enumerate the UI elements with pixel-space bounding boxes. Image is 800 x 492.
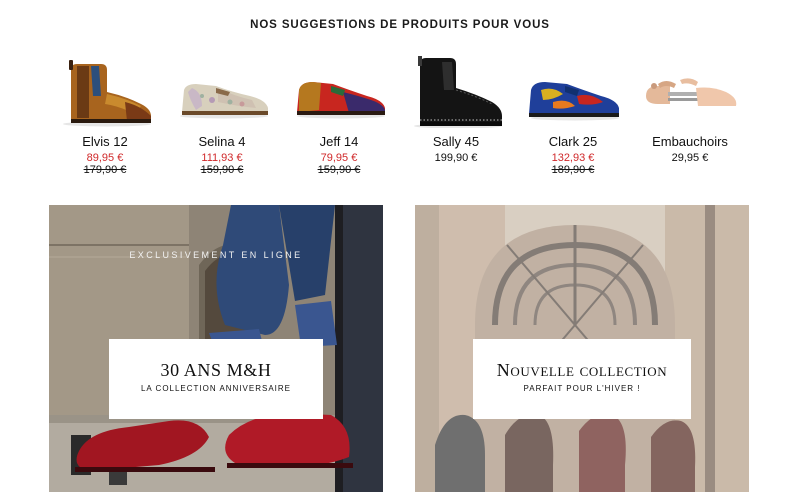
product-sale-price: 132,93 € <box>551 152 595 164</box>
product-name[interactable]: Sally 45 <box>397 134 515 149</box>
banner-title[interactable]: 30 ANS M&H <box>109 360 323 381</box>
product-old-price: 189,90 € <box>551 164 595 176</box>
product-sale-price: 111,93 € <box>201 152 243 164</box>
chelsea-boot-brown-image <box>63 60 151 127</box>
product-card[interactable]: Clark 25 132,93 € 189,90 € <box>514 52 632 182</box>
oxford-floral-shoe-image <box>180 84 268 119</box>
product-old-price: 159,90 € <box>317 164 361 176</box>
product-name[interactable]: Clark 25 <box>514 134 632 149</box>
product-sale-price: 79,95 € <box>320 152 358 164</box>
banner-eyebrow: EXCLUSIVEMENT EN LIGNE <box>129 250 303 260</box>
product-card[interactable]: Jeff 14 79,95 € 159,90 € <box>280 52 398 182</box>
product-price: 29,95 € <box>671 152 709 164</box>
anniversary-banner[interactable]: EXCLUSIVEMENT EN LIGNE 30 ANS M&H LA COL… <box>49 205 383 492</box>
product-name[interactable]: Selina 4 <box>163 134 281 149</box>
banner-subtitle: LA COLLECTION ANNIVERSAIRE <box>140 384 292 393</box>
product-old-price: 159,90 € <box>200 164 244 176</box>
oxford-red-purple-image <box>297 82 385 119</box>
product-carousel: Elvis 12 89,95 € 179,90 € Selina 4 111,9… <box>46 52 758 182</box>
product-name[interactable]: Embauchoirs <box>631 134 749 149</box>
shoe-tree-image <box>646 78 737 106</box>
product-card[interactable]: Elvis 12 89,95 € 179,90 € <box>46 52 164 182</box>
product-name[interactable]: Elvis 12 <box>46 134 164 149</box>
banner-title[interactable]: Nouvelle collection <box>473 360 691 381</box>
banner-card[interactable]: Nouvelle collection PARFAIT POUR L'HIVER… <box>473 339 691 419</box>
product-sale-price: 89,95 € <box>86 152 124 164</box>
product-price: 199,90 € <box>434 152 478 164</box>
product-old-price: 179,90 € <box>83 164 127 176</box>
new-collection-banner[interactable]: Nouvelle collection PARFAIT POUR L'HIVER… <box>415 205 749 492</box>
chelsea-boot-black-image <box>414 56 502 128</box>
oxford-blue-painted-image <box>529 82 619 121</box>
suggestions-title: NOS SUGGESTIONS DE PRODUITS POUR VOUS <box>250 19 550 31</box>
product-card[interactable]: Selina 4 111,93 € 159,90 € <box>163 52 281 182</box>
banner-subtitle: PARFAIT POUR L'HIVER ! <box>523 384 641 393</box>
banner-card[interactable]: 30 ANS M&H LA COLLECTION ANNIVERSAIRE <box>109 339 323 419</box>
product-card[interactable]: Sally 45 199,90 € <box>397 52 515 182</box>
product-card[interactable]: Embauchoirs 29,95 € <box>631 52 749 182</box>
product-name[interactable]: Jeff 14 <box>280 134 398 149</box>
